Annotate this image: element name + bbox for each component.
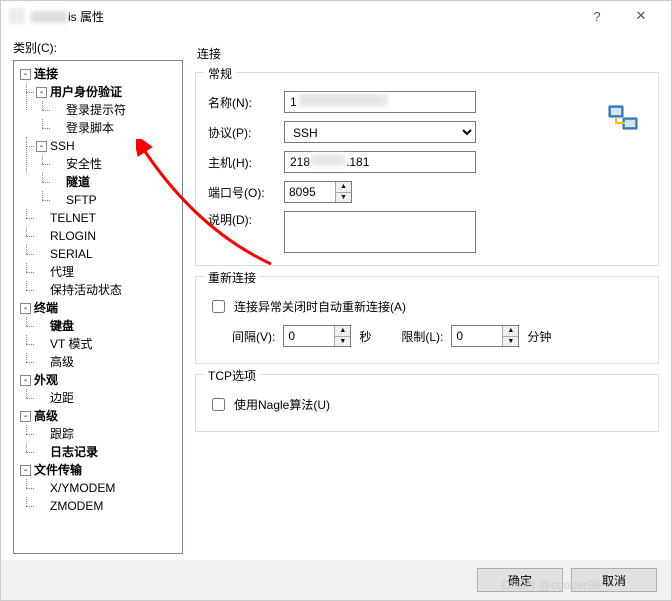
reconnect-legend: 重新连接 <box>204 269 260 286</box>
reconnect-group: 重新连接 连接异常关闭时自动重新连接(A) 间隔(V): ▲▼ 秒 限制(L): <box>195 276 659 364</box>
tree-item-trace[interactable]: 跟踪 <box>50 427 74 441</box>
port-stepper[interactable]: ▲▼ <box>284 181 352 203</box>
limit-label: 限制(L): <box>401 328 443 345</box>
interval-stepper[interactable]: ▲▼ <box>283 325 351 347</box>
close-button[interactable]: ✕ <box>619 2 663 30</box>
expander-icon[interactable] <box>20 411 31 422</box>
minutes-label: 分钟 <box>527 328 551 345</box>
host-input[interactable] <box>284 151 476 173</box>
tree-item-margin[interactable]: 边距 <box>50 391 74 405</box>
tree-item-login-script[interactable]: 登录脚本 <box>66 121 114 135</box>
expander-icon[interactable] <box>36 141 47 152</box>
tree-item-ssh[interactable]: SSH <box>50 139 75 153</box>
general-group: 常规 名称(N): 1 协议(P): SSH 主机(H): 218.181 <box>195 72 659 266</box>
spin-down-icon[interactable]: ▼ <box>335 337 350 347</box>
general-legend: 常规 <box>204 65 236 82</box>
spin-up-icon[interactable]: ▲ <box>336 182 351 193</box>
tree-item-connection[interactable]: 连接 <box>34 67 58 81</box>
port-label: 端口号(O): <box>208 184 284 201</box>
tree-item-serial[interactable]: SERIAL <box>50 247 93 261</box>
expander-icon[interactable] <box>20 69 31 80</box>
protocol-label: 协议(P): <box>208 124 284 141</box>
ok-button[interactable]: 确定 <box>477 568 563 592</box>
tree-item-keyboard[interactable]: 键盘 <box>50 319 74 333</box>
dialog-footer: CSDN @cooper96 确定 取消 <box>1 560 671 600</box>
tree-item-advanced[interactable]: 高级 <box>34 409 58 423</box>
tree-item-sftp[interactable]: SFTP <box>66 193 97 207</box>
nagle-label: 使用Nagle算法(U) <box>234 396 330 413</box>
expander-icon[interactable] <box>20 303 31 314</box>
spin-down-icon[interactable]: ▼ <box>336 193 351 203</box>
tree-item-zmodem[interactable]: ZMODEM <box>50 499 103 513</box>
host-label: 主机(H): <box>208 154 284 171</box>
expander-icon[interactable] <box>20 375 31 386</box>
tcp-legend: TCP选项 <box>204 367 260 384</box>
tree-item-xymodem[interactable]: X/YMODEM <box>50 481 115 495</box>
tree-item-login-prompt[interactable]: 登录提示符 <box>66 103 126 117</box>
expander-icon[interactable] <box>36 87 47 98</box>
tree-item-logging[interactable]: 日志记录 <box>50 445 98 459</box>
tree-item-terminal[interactable]: 终端 <box>34 301 58 315</box>
spin-up-icon[interactable]: ▲ <box>335 326 350 337</box>
tree-item-security[interactable]: 安全性 <box>66 157 102 171</box>
desc-label: 说明(D): <box>208 211 284 228</box>
page-title: 连接 <box>195 39 659 68</box>
tree-item-proxy[interactable]: 代理 <box>50 265 74 279</box>
help-button[interactable]: ? <box>575 2 619 30</box>
expander-icon[interactable] <box>20 465 31 476</box>
network-icon <box>608 105 640 133</box>
tree-item-file-transfer[interactable]: 文件传输 <box>34 463 82 477</box>
category-tree[interactable]: 连接 用户身份验证 登录提示符 登录脚本 SSH 安全性 隧道 <box>13 60 183 554</box>
tree-item-keepalive[interactable]: 保持活动状态 <box>50 283 122 297</box>
spin-up-icon[interactable]: ▲ <box>503 326 518 337</box>
category-label: 类别(C): <box>13 39 183 56</box>
name-label: 名称(N): <box>208 94 284 111</box>
interval-input[interactable] <box>284 326 334 346</box>
cancel-button[interactable]: 取消 <box>571 568 657 592</box>
seconds-label: 秒 <box>359 328 371 345</box>
auto-reconnect-label: 连接异常关闭时自动重新连接(A) <box>234 298 406 315</box>
app-icon <box>9 8 25 24</box>
desc-input[interactable] <box>284 211 476 253</box>
interval-label: 间隔(V): <box>232 328 275 345</box>
protocol-select[interactable]: SSH <box>284 121 476 143</box>
tree-item-tunnel[interactable]: 隧道 <box>66 175 90 189</box>
tcp-group: TCP选项 使用Nagle算法(U) <box>195 374 659 432</box>
limit-input[interactable] <box>452 326 502 346</box>
tree-item-rlogin[interactable]: RLOGIN <box>50 229 96 243</box>
nagle-checkbox[interactable]: 使用Nagle算法(U) <box>208 395 330 414</box>
name-input[interactable] <box>284 91 476 113</box>
window-title: is 属性 <box>31 8 575 25</box>
tree-item-user-auth[interactable]: 用户身份验证 <box>50 85 122 99</box>
limit-stepper[interactable]: ▲▼ <box>451 325 519 347</box>
tree-item-advanced-t[interactable]: 高级 <box>50 355 74 369</box>
title-bar: is 属性 ? ✕ <box>1 1 671 31</box>
auto-reconnect-checkbox[interactable]: 连接异常关闭时自动重新连接(A) <box>208 297 406 316</box>
tree-item-appearance[interactable]: 外观 <box>34 373 58 387</box>
tree-item-telnet[interactable]: TELNET <box>50 211 96 225</box>
spin-down-icon[interactable]: ▼ <box>503 337 518 347</box>
port-input[interactable] <box>285 182 335 202</box>
tree-item-vt[interactable]: VT 模式 <box>50 337 92 351</box>
